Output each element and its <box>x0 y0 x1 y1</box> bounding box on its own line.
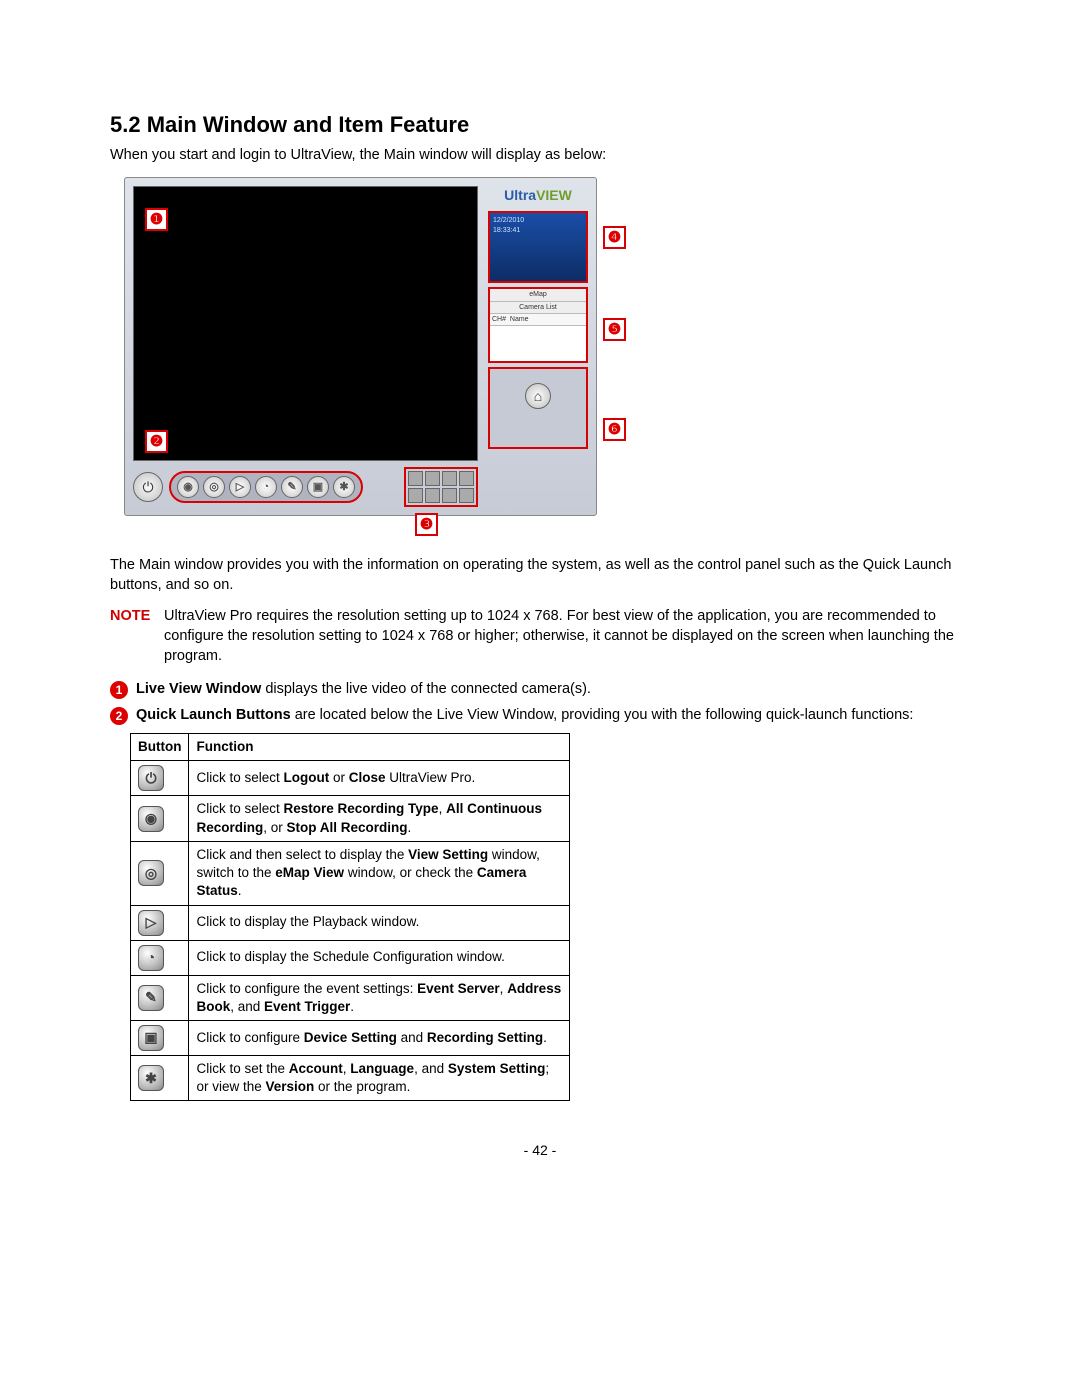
table-row: ✱ Click to set the Account, Language, and… <box>131 1055 570 1100</box>
play-icon: ▷ <box>229 476 251 498</box>
callout-4: ❹ <box>603 226 626 249</box>
table-row: ✎ Click to configure the event settings: … <box>131 975 570 1020</box>
button-icon: ◔ <box>138 945 164 971</box>
main-window-screenshot: ⏻ ◉ ◎ ▷ ◔ ✎ ▣ ✱ UltraVIEW 12/2/2010 18:3… <box>124 177 597 516</box>
layout-grid <box>404 467 478 507</box>
function-cell: Click to display the Playback window. <box>189 905 570 940</box>
button-icon: ✱ <box>138 1065 164 1091</box>
schedule-icon: ◔ <box>255 476 277 498</box>
function-cell: Click and then select to display the Vie… <box>189 841 570 905</box>
note-label: NOTE <box>110 607 156 666</box>
item-2: 2 Quick Launch Buttons are located below… <box>110 706 970 726</box>
button-icon: ◉ <box>138 806 164 832</box>
button-icon: ▣ <box>138 1025 164 1051</box>
function-cell: Click to configure the event settings: E… <box>189 975 570 1020</box>
camera-list-panel: eMap Camera List CH# Name <box>488 287 588 363</box>
button-icon-cell: ▣ <box>131 1020 189 1055</box>
button-icon: ✎ <box>138 985 164 1011</box>
item-2-badge: 2 <box>110 707 128 725</box>
callout-3: ❸ <box>415 513 438 536</box>
table-row: ⏻ Click to select Logout or Close UltraVi… <box>131 761 570 796</box>
section-heading: 5.2 Main Window and Item Feature <box>110 110 970 140</box>
table-row: ◔ Click to display the Schedule Configura… <box>131 940 570 975</box>
app-logo: UltraVIEW <box>488 186 588 205</box>
item-1: 1 Live View Window displays the live vid… <box>110 680 970 700</box>
th-button: Button <box>131 734 189 761</box>
button-icon-cell: ▷ <box>131 905 189 940</box>
button-icon-cell: ◔ <box>131 940 189 975</box>
function-cell: Click to configure Device Setting and Re… <box>189 1020 570 1055</box>
home-icon: ⌂ <box>525 383 551 409</box>
callout-2: ❷ <box>145 430 168 453</box>
button-icon-cell: ⏻ <box>131 761 189 796</box>
note-text: UltraView Pro requires the resolution se… <box>164 607 970 666</box>
function-cell: Click to display the Schedule Configurat… <box>189 940 570 975</box>
event-icon: ✎ <box>281 476 303 498</box>
button-icon-cell: ◉ <box>131 796 189 841</box>
function-cell: Click to select Logout or Close UltraVie… <box>189 761 570 796</box>
note-block: NOTE UltraView Pro requires the resoluti… <box>110 607 970 666</box>
item-1-badge: 1 <box>110 681 128 699</box>
callout-1: ❶ <box>145 208 168 231</box>
quick-launch-bar: ◉ ◎ ▷ ◔ ✎ ▣ ✱ <box>169 471 363 503</box>
page-number: - 42 - <box>110 1141 970 1160</box>
table-row: ◉ Click to select Restore Recording Type,… <box>131 796 570 841</box>
button-icon-cell: ✱ <box>131 1055 189 1100</box>
button-icon: ◎ <box>138 860 164 886</box>
th-function: Function <box>189 734 570 761</box>
callout-5: ❺ <box>603 318 626 341</box>
power-icon: ⏻ <box>133 472 163 502</box>
device-icon: ▣ <box>307 476 329 498</box>
preview-panel: 12/2/2010 18:33:41 <box>488 211 588 283</box>
button-icon: ⏻ <box>138 765 164 791</box>
record-icon: ◉ <box>177 476 199 498</box>
live-view-window <box>133 186 478 461</box>
function-cell: Click to select Restore Recording Type, … <box>189 796 570 841</box>
button-icon-cell: ◎ <box>131 841 189 905</box>
description-paragraph: The Main window provides you with the in… <box>110 556 970 595</box>
control-panel: ⌂ <box>488 367 588 449</box>
button-icon-cell: ✎ <box>131 975 189 1020</box>
callout-6: ❻ <box>603 418 626 441</box>
view-icon: ◎ <box>203 476 225 498</box>
table-row: ▷ Click to display the Playback window. <box>131 905 570 940</box>
function-cell: Click to set the Account, Language, and … <box>189 1055 570 1100</box>
table-row: ▣ Click to configure Device Setting and R… <box>131 1020 570 1055</box>
table-row: ◎ Click and then select to display the Vi… <box>131 841 570 905</box>
settings-icon: ✱ <box>333 476 355 498</box>
intro-paragraph: When you start and login to UltraView, t… <box>110 146 970 166</box>
function-table: Button Function ⏻ Click to select Logout … <box>130 733 570 1101</box>
button-icon: ▷ <box>138 910 164 936</box>
